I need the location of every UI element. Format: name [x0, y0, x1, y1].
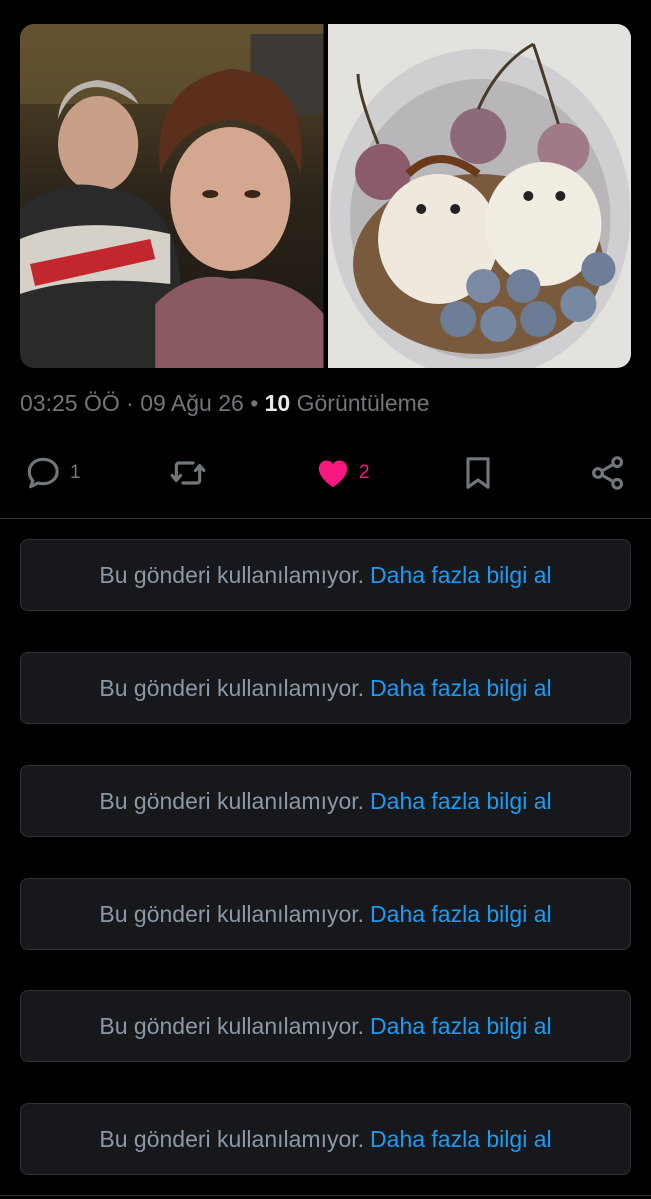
repost-icon — [168, 453, 208, 493]
unavailable-text: Bu gönderi kullanılamıyor. — [99, 900, 365, 927]
bookmark-icon — [458, 453, 498, 493]
like-icon — [313, 453, 353, 493]
learn-more-link[interactable]: Daha fazla bilgi al — [370, 1126, 552, 1153]
tweet-date: 09 Ağu 26 — [140, 390, 244, 416]
views-count[interactable]: 10 — [265, 390, 291, 416]
learn-more-link[interactable]: Daha fazla bilgi al — [370, 562, 552, 589]
views-label[interactable]: Görüntüleme — [297, 390, 430, 416]
selfie-photo[interactable] — [20, 24, 324, 368]
unavailable-text: Bu gönderi kullanılamıyor. — [99, 1125, 365, 1152]
reply-button[interactable]: 1 — [24, 448, 81, 498]
media-grid — [20, 24, 631, 368]
meta-separator: • — [250, 390, 259, 416]
share-button[interactable] — [588, 448, 628, 498]
learn-more-link[interactable]: Daha fazla bilgi al — [370, 1013, 552, 1040]
learn-more-link[interactable]: Daha fazla bilgi al — [370, 788, 552, 815]
tweet-meta: 03:25 ÖÖ · 09 Ağu 26 • 10 Görüntüleme — [20, 390, 430, 417]
unavailable-post-notice: Bu gönderi kullanılamıyor. Daha fazla bi… — [20, 878, 631, 950]
divider — [0, 1195, 651, 1196]
reply-icon — [24, 453, 64, 493]
unavailable-post-notice: Bu gönderi kullanılamıyor. Daha fazla bi… — [20, 1103, 631, 1175]
tweet-time: 03:25 ÖÖ — [20, 390, 120, 416]
unavailable-text: Bu gönderi kullanılamıyor. — [99, 561, 365, 588]
reply-count: 1 — [70, 462, 81, 483]
unavailable-post-notice: Bu gönderi kullanılamıyor. Daha fazla bi… — [20, 652, 631, 724]
unavailable-text: Bu gönderi kullanılamıyor. — [99, 1012, 365, 1039]
learn-more-link[interactable]: Daha fazla bilgi al — [370, 901, 552, 928]
dessert-bowl-photo[interactable] — [327, 24, 631, 368]
bookmark-button[interactable] — [458, 448, 498, 498]
action-bar: 1 2 — [20, 448, 631, 498]
unavailable-post-notice: Bu gönderi kullanılamıyor. Daha fazla bi… — [20, 765, 631, 837]
divider — [0, 518, 651, 519]
unavailable-text: Bu gönderi kullanılamıyor. — [99, 787, 365, 814]
like-button[interactable]: 2 — [313, 448, 370, 498]
share-icon — [588, 453, 628, 493]
unavailable-post-notice: Bu gönderi kullanılamıyor. Daha fazla bi… — [20, 990, 631, 1062]
unavailable-text: Bu gönderi kullanılamıyor. — [99, 674, 365, 701]
learn-more-link[interactable]: Daha fazla bilgi al — [370, 675, 552, 702]
meta-separator: · — [126, 390, 134, 416]
like-count: 2 — [359, 462, 370, 483]
repost-button[interactable] — [168, 448, 214, 498]
unavailable-post-notice: Bu gönderi kullanılamıyor. Daha fazla bi… — [20, 539, 631, 611]
